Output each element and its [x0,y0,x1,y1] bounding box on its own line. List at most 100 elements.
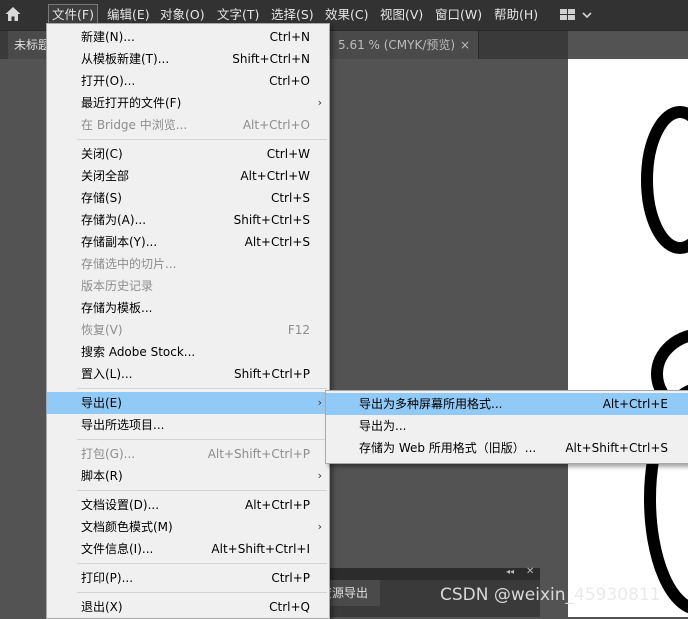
menu-item-document-color-mode[interactable]: 文档颜色模式(M) › [47,516,329,538]
menu-edit[interactable]: 编辑(E) [104,5,153,25]
menu-item-shortcut: Alt+Ctrl+W [240,169,310,183]
menu-item-shortcut: Shift+Ctrl+S [233,213,310,227]
document-tab-zoom-mode: 5.61 % (CMYK/预览) [338,38,456,52]
menu-separator [77,563,327,564]
menu-item-export-for-screens[interactable]: 导出为多种屏幕所用格式... Alt+Ctrl+E [326,393,688,415]
menu-item-shortcut: Alt+Shift+Ctrl+I [211,542,310,556]
menu-item-label: 导出(E) [81,396,122,410]
menu-item-label: 导出为... [359,419,407,433]
menu-item-label: 脚本(R) [81,469,123,483]
menu-item-open[interactable]: 打开(O)... Ctrl+O [47,70,329,92]
menu-item-shortcut: Shift+Ctrl+N [232,52,310,66]
menu-item-label: 置入(L)... [81,367,133,381]
chevron-right-icon: › [317,469,322,482]
menu-item-close-all[interactable]: 关闭全部 Alt+Ctrl+W [47,165,329,187]
menu-item-document-setup[interactable]: 文档设置(D)... Alt+Ctrl+P [47,494,329,516]
menu-item-export-selection[interactable]: 导出所选项目... [47,414,329,436]
menu-item-label: 打包(G)... [81,447,136,461]
menu-item-label: 恢复(V) [81,323,123,337]
menu-item-scripts[interactable]: 脚本(R) › [47,465,329,487]
export-submenu: 导出为多种屏幕所用格式... Alt+Ctrl+E 导出为... 存储为 Web… [325,390,688,464]
menu-item-label: 存储选中的切片... [81,257,177,271]
menu-item-label: 退出(X) [81,600,123,614]
menu-item-save-as-template[interactable]: 存储为模板... [47,297,329,319]
menu-item-shortcut: Ctrl+W [266,147,310,161]
menu-item-shortcut: Ctrl+Q [269,600,310,614]
menu-separator [77,490,327,491]
watermark: CSDN @weixin_45930811 [440,585,661,605]
workspace-switcher[interactable] [558,6,598,24]
menu-item-search-adobe-stock[interactable]: 搜索 Adobe Stock... [47,341,329,363]
menu-item-revert: 恢复(V) F12 [47,319,329,341]
menu-item-save-selected-slices: 存储选中的切片... [47,253,329,275]
menu-separator [77,139,327,140]
menu-item-label: 导出所选项目... [81,418,165,432]
menu-item-browse-bridge: 在 Bridge 中浏览... Alt+Ctrl+O [47,114,329,136]
menu-item-recent-files[interactable]: 最近打开的文件(F) › [47,92,329,114]
menu-item-shortcut: F12 [287,323,310,337]
menu-item-save-for-web[interactable]: 存储为 Web 所用格式（旧版）... Alt+Shift+Ctrl+S [326,437,688,459]
chevron-right-icon: › [317,96,322,109]
home-icon [5,7,21,21]
menu-item-label: 文档设置(D)... [81,498,160,512]
menu-object[interactable]: 对象(O) [157,5,208,25]
menu-item-shortcut: Alt+Ctrl+O [242,118,310,132]
menu-item-export-as[interactable]: 导出为... [326,415,688,437]
menu-item-close[interactable]: 关闭(C) Ctrl+W [47,143,329,165]
menu-item-label: 关闭(C) [81,147,123,161]
panel-header[interactable]: ◂◂ ✕ [316,566,540,580]
menu-item-shortcut: Ctrl+P [271,571,310,585]
menu-item-label: 搜索 Adobe Stock... [81,345,196,359]
menu-item-shortcut: Alt+Ctrl+P [245,498,310,512]
menu-select[interactable]: 选择(S) [268,5,317,25]
menu-item-shortcut: Alt+Shift+Ctrl+S [565,441,668,455]
chevron-right-icon: › [317,396,322,409]
artboard[interactable] [568,59,688,617]
menu-effect[interactable]: 效果(C) [322,5,371,25]
menu-item-file-info[interactable]: 文件信息(I)... Alt+Shift+Ctrl+I [47,538,329,560]
menu-item-shortcut: Shift+Ctrl+P [234,367,310,381]
menu-item-label: 版本历史记录 [81,279,154,293]
menu-item-label: 关闭全部 [81,169,130,183]
menu-view[interactable]: 视图(V) [377,5,426,25]
menu-item-label: 文件信息(I)... [81,542,154,556]
menu-item-label: 从模板新建(T)... [81,52,170,66]
menu-item-shortcut: Alt+Ctrl+S [244,235,310,249]
menu-separator [77,592,327,593]
menu-item-place[interactable]: 置入(L)... Shift+Ctrl+P [47,363,329,385]
menu-item-version-history: 版本历史记录 [47,275,329,297]
menu-item-label: 存储为(A)... [81,213,147,227]
home-button[interactable] [4,5,22,23]
menu-item-label: 在 Bridge 中浏览... [81,118,188,132]
close-icon[interactable]: × [460,31,470,59]
menu-item-label: 文档颜色模式(M) [81,520,173,534]
menu-item-label: 存储(S) [81,191,122,205]
menu-item-new-from-template[interactable]: 从模板新建(T)... Shift+Ctrl+N [47,48,329,70]
menu-item-label: 打印(P)... [81,571,134,585]
menu-window[interactable]: 窗口(W) [432,5,485,25]
menu-item-label: 存储副本(Y)... [81,235,158,249]
menu-item-shortcut: Alt+Ctrl+E [602,397,668,411]
menu-item-export[interactable]: 导出(E) › [47,392,329,414]
menu-item-label: 存储为模板... [81,301,153,315]
menu-item-save-as[interactable]: 存储为(A)... Shift+Ctrl+S [47,209,329,231]
collapse-icon[interactable]: ◂◂ [506,567,514,576]
menu-item-shortcut: Ctrl+S [270,191,310,205]
document-tab-title: 未标题 [14,38,51,52]
menu-item-label: 存储为 Web 所用格式（旧版）... [359,441,537,455]
menu-item-shortcut: Alt+Shift+Ctrl+P [207,447,310,461]
menu-item-shortcut: Ctrl+O [269,74,310,88]
menu-help[interactable]: 帮助(H) [491,5,541,25]
menu-separator [77,439,327,440]
menu-item-save-copy[interactable]: 存储副本(Y)... Alt+Ctrl+S [47,231,329,253]
close-icon[interactable]: ✕ [526,566,534,577]
menu-item-package: 打包(G)... Alt+Shift+Ctrl+P [47,443,329,465]
menu-item-exit[interactable]: 退出(X) Ctrl+Q [47,596,329,618]
menu-item-new[interactable]: 新建(N)... Ctrl+N [47,26,329,48]
menu-item-label: 导出为多种屏幕所用格式... [359,397,503,411]
menu-item-print[interactable]: 打印(P)... Ctrl+P [47,567,329,589]
menu-type[interactable]: 文字(T) [214,5,262,25]
file-menu: 新建(N)... Ctrl+N 从模板新建(T)... Shift+Ctrl+N… [46,23,330,619]
menu-separator [77,388,327,389]
menu-item-save[interactable]: 存储(S) Ctrl+S [47,187,329,209]
